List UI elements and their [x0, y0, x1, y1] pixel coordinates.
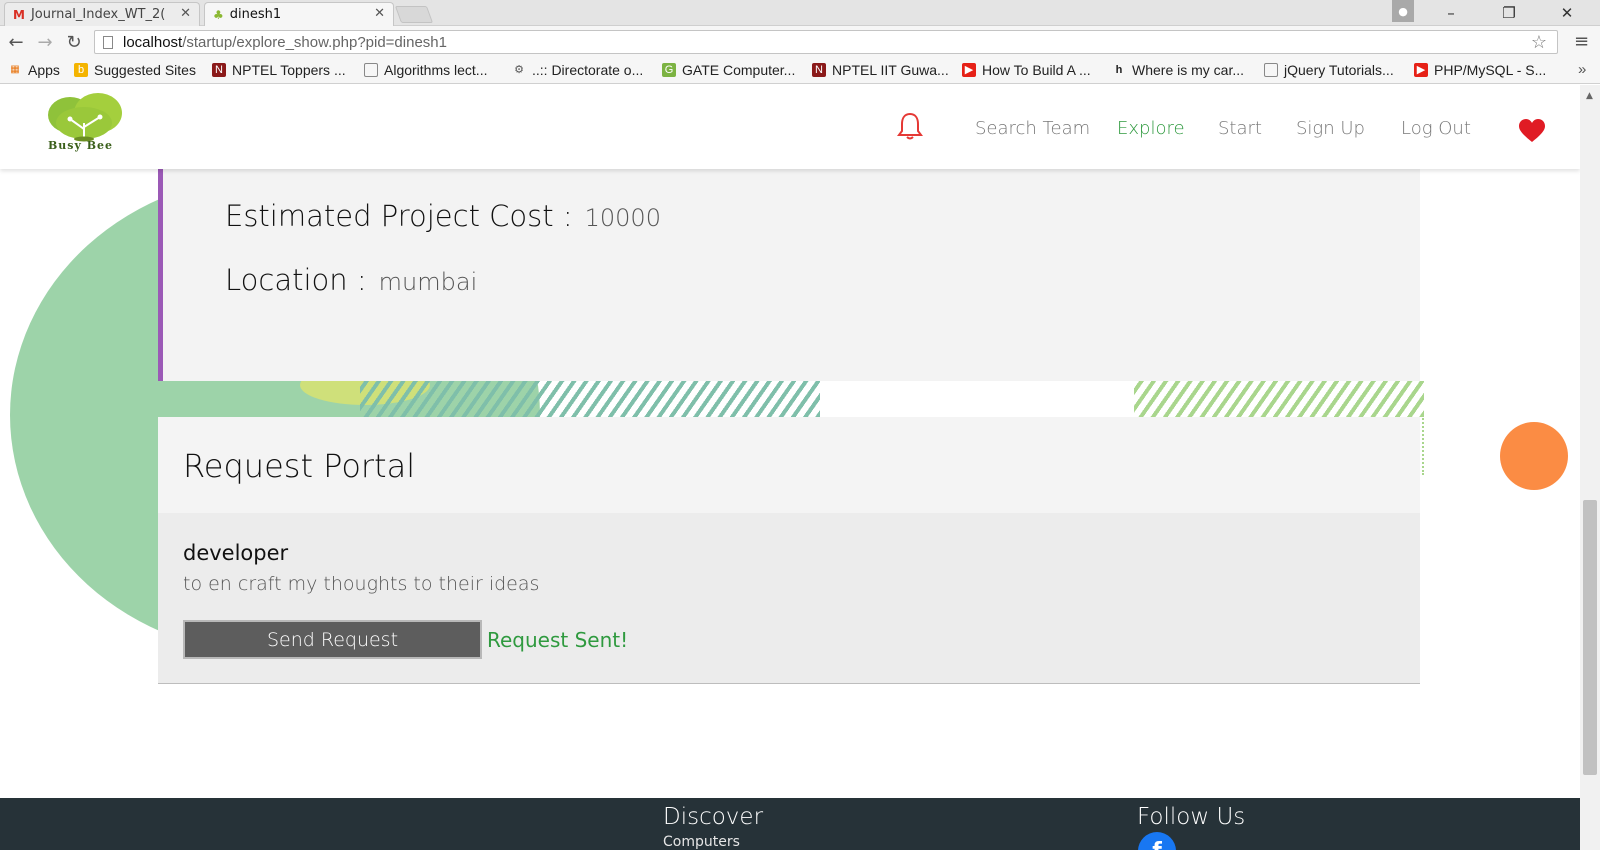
youtube-icon: ▶ [1414, 63, 1428, 77]
bookmark-where-is-my-car[interactable]: h Where is my car... [1112, 62, 1244, 78]
bookmark-label: NPTEL Toppers ... [232, 62, 346, 78]
request-portal-header: Request Portal [158, 417, 1420, 513]
bookmark-nptel-iit[interactable]: N NPTEL IIT Guwa... [812, 62, 949, 78]
gate-icon: G [662, 63, 676, 77]
close-window-button[interactable]: ✕ [1544, 0, 1590, 26]
browser-tabstrip: M Journal_Index_WT_2( ✕ ♣ dinesh1 ✕ ● – … [0, 0, 1600, 26]
footer-link-computers[interactable]: Computers [663, 834, 740, 850]
bookmark-label: Apps [28, 62, 60, 78]
url-host: localhost [123, 33, 183, 51]
menu-icon[interactable]: ≡ [1574, 31, 1589, 52]
request-portal-body: developer to en craft my thoughts to the… [158, 513, 1420, 684]
bookmark-label: NPTEL IIT Guwa... [832, 62, 949, 78]
page-icon [1264, 63, 1278, 77]
bookmark-nptel-toppers[interactable]: N NPTEL Toppers ... [212, 62, 346, 78]
bookmark-php-mysql[interactable]: ▶ PHP/MySQL - S... [1414, 62, 1546, 78]
tab-dinesh1[interactable]: ♣ dinesh1 ✕ [204, 2, 394, 26]
address-bar[interactable]: localhost/startup/explore_show.php?pid=d… [94, 30, 1558, 54]
forward-icon[interactable]: → [33, 30, 57, 54]
bookmark-jquery[interactable]: jQuery Tutorials... [1264, 62, 1394, 78]
apps-grid-icon: ▦ [10, 64, 20, 75]
nav-explore[interactable]: Explore [1117, 118, 1185, 139]
reload-icon[interactable]: ↻ [62, 30, 86, 54]
notification-bell-icon[interactable] [896, 111, 924, 141]
bookmark-directorate[interactable]: ⚙ ..:: Directorate o... [512, 62, 643, 78]
page-icon [103, 35, 113, 49]
cost-value: 10000 [584, 204, 661, 232]
tab-title: dinesh1 [229, 7, 282, 22]
project-details-card: Estimated Project Cost : 10000 Location … [158, 169, 1420, 381]
bookmark-how-to-build[interactable]: ▶ How To Build A ... [962, 62, 1091, 78]
url-path: /startup/explore_show.php?pid=dinesh1 [182, 33, 447, 51]
scroll-up-icon[interactable]: ▲ [1586, 91, 1593, 101]
page-viewport: Busy Bee Search Team Explore Start Sign … [0, 85, 1580, 850]
nptel-icon: N [212, 63, 226, 77]
gmail-icon: M [13, 7, 25, 22]
site-header: Busy Bee Search Team Explore Start Sign … [0, 85, 1580, 169]
tab-title: Journal_Index_WT_2( [30, 7, 166, 22]
role-description: to en craft my thoughts to their ideas [183, 573, 540, 595]
bookmarks-overflow[interactable]: » [1578, 61, 1586, 78]
bing-icon: b [74, 63, 88, 77]
site-footer: Discover Computers Follow Us f [0, 798, 1580, 850]
location-value: mumbai [378, 268, 478, 296]
close-icon[interactable]: ✕ [180, 6, 191, 21]
bookmark-gate[interactable]: G GATE Computer... [662, 62, 795, 78]
new-tab-button[interactable] [394, 6, 434, 23]
nav-sign-up[interactable]: Sign Up [1296, 118, 1365, 139]
heart-icon[interactable] [1518, 118, 1546, 144]
footer-discover-title: Discover [663, 804, 764, 830]
location-row: Location : mumbai [225, 263, 477, 297]
nav-start[interactable]: Start [1218, 118, 1262, 139]
bookmark-suggested-sites[interactable]: b Suggested Sites [74, 62, 196, 78]
back-icon[interactable]: ← [4, 30, 28, 54]
estimated-cost-row: Estimated Project Cost : 10000 [225, 199, 661, 233]
decorative-stripes [360, 381, 820, 417]
bookmark-label: How To Build A ... [982, 62, 1091, 78]
bookmark-label: Suggested Sites [94, 62, 196, 78]
bookmarks-bar: ▦ Apps b Suggested Sites N NPTEL Toppers ..… [0, 58, 1600, 84]
bookmark-label: jQuery Tutorials... [1284, 62, 1394, 78]
youtube-icon: ▶ [962, 63, 976, 77]
location-label: Location : [225, 263, 367, 297]
portal-title: Request Portal [183, 447, 416, 485]
nptel-icon: N [812, 63, 826, 77]
role-title: developer [183, 541, 289, 565]
bookmark-label: PHP/MySQL - S... [1434, 62, 1547, 78]
floating-action-button[interactable] [1500, 422, 1568, 490]
minimize-button[interactable]: – [1428, 0, 1474, 26]
restore-button[interactable]: ❐ [1486, 0, 1532, 26]
nav-search-team[interactable]: Search Team [975, 118, 1090, 139]
bookmark-label: Algorithms lect... [384, 62, 488, 78]
bookmark-star-icon[interactable]: ☆ [1531, 32, 1547, 53]
page-scrollbar[interactable]: ▲ [1580, 85, 1600, 850]
cost-label: Estimated Project Cost : [225, 199, 573, 233]
tab-journal-index[interactable]: M Journal_Index_WT_2( ✕ [4, 2, 200, 26]
nav-log-out[interactable]: Log Out [1401, 118, 1471, 139]
gear-icon: ⚙ [514, 64, 524, 76]
bookmark-label: Where is my car... [1132, 62, 1245, 78]
bookmark-label: ..:: Directorate o... [532, 62, 644, 78]
bookmark-algorithms[interactable]: Algorithms lect... [364, 62, 487, 78]
close-icon[interactable]: ✕ [374, 6, 385, 21]
profile-icon[interactable]: ● [1392, 0, 1414, 22]
scroll-thumb[interactable] [1583, 500, 1597, 775]
tree-icon: ♣ [213, 7, 224, 22]
facebook-icon[interactable]: f [1138, 832, 1176, 850]
logo-text: Busy Bee [48, 139, 114, 152]
browser-toolbar: ← → ↻ localhost/startup/explore_show.php… [0, 26, 1600, 58]
page-icon [364, 63, 378, 77]
bookmark-apps[interactable]: ▦ Apps [8, 62, 60, 78]
decorative-stripes [1134, 381, 1424, 417]
bookmark-label: GATE Computer... [682, 62, 796, 78]
link-icon: h [1115, 64, 1123, 76]
footer-follow-title: Follow Us [1137, 804, 1246, 830]
send-request-button[interactable]: Send Request [183, 620, 482, 659]
request-status: Request Sent! [487, 628, 629, 652]
